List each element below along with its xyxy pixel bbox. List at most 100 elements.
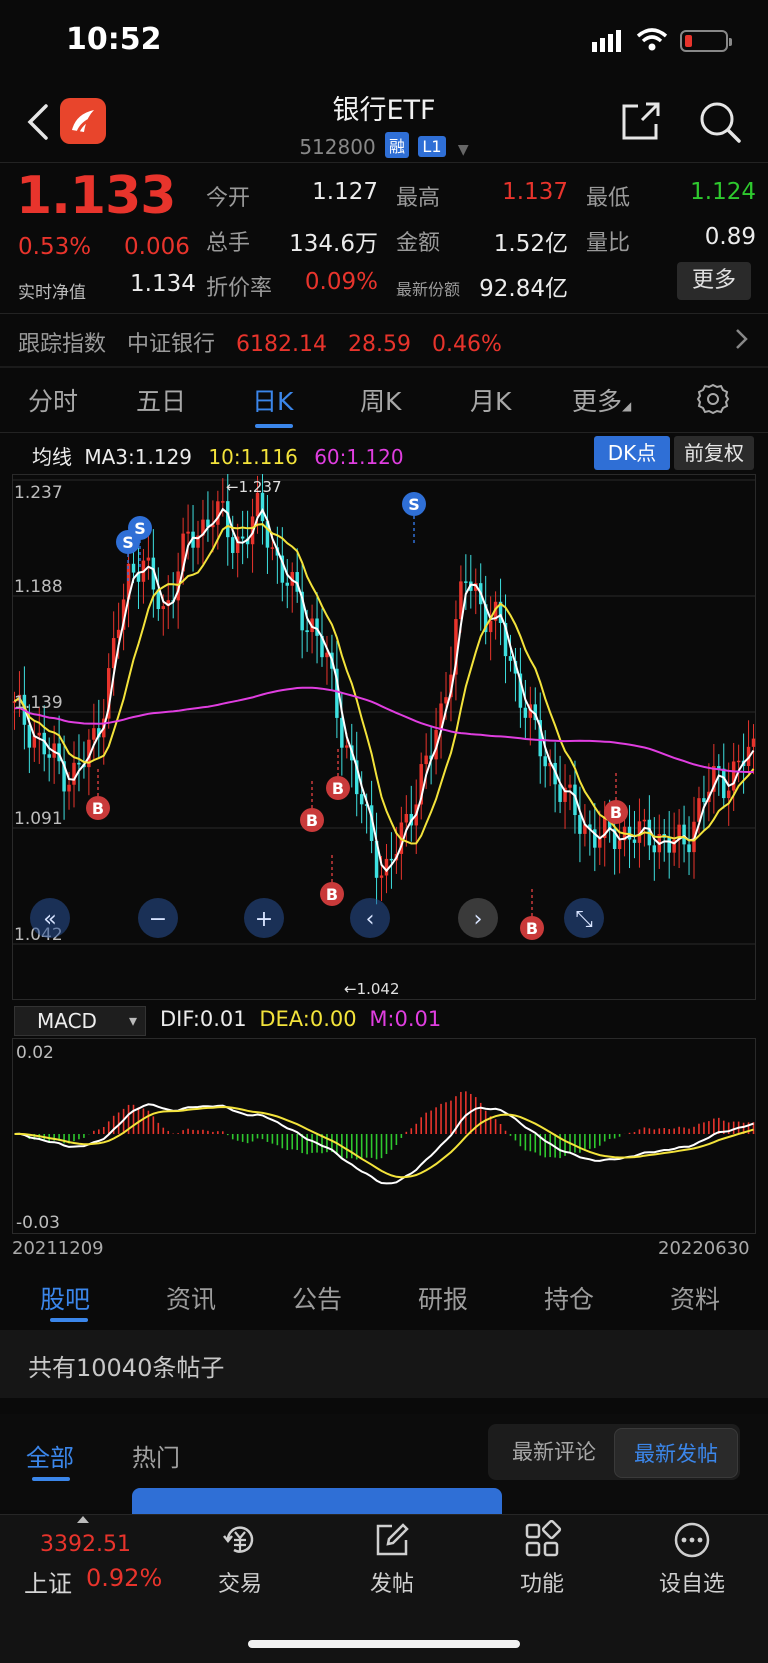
high-label: 最高 [396, 186, 441, 211]
signal-letter: B [610, 803, 622, 822]
control-glyph: − [149, 907, 167, 932]
shares-value: 92.84亿 [479, 276, 568, 302]
tab-holdings[interactable]: 持仓 [544, 1280, 594, 1316]
tab-weekly-k[interactable]: 周K [360, 382, 401, 418]
divider [0, 432, 768, 433]
chevron-right-icon[interactable] [734, 326, 750, 352]
macd-chart[interactable]: 0.02 -0.03 [12, 1038, 756, 1234]
macd-bars [18, 1091, 755, 1160]
tab-announcements[interactable]: 公告 [292, 1280, 342, 1316]
buy-signal-badge: B [320, 854, 344, 906]
signal-letter: B [326, 885, 338, 904]
tab-monthly-k[interactable]: 月K [470, 382, 511, 418]
candle-body [726, 790, 731, 799]
tab-daily-k[interactable]: 日K [252, 382, 293, 418]
expand-up-icon[interactable] [76, 1514, 90, 1524]
zoom-in-icon[interactable]: + [244, 898, 284, 938]
candle-body [230, 537, 235, 553]
candle-body [568, 784, 572, 788]
tracking-index-value: 6182.14 [236, 332, 328, 357]
active-tab-indicator [255, 424, 293, 428]
tab-forum[interactable]: 股吧 [40, 1280, 90, 1316]
candle-body [359, 794, 364, 805]
macd-y-bottom: -0.03 [16, 1213, 60, 1233]
indicator-select[interactable]: MACD [14, 1006, 146, 1036]
market-index-name[interactable]: 上证 [24, 1564, 72, 1599]
market-index-pct[interactable]: 0.92% [86, 1564, 162, 1592]
grid-icon [525, 1520, 562, 1557]
volume-label: 总手 [206, 231, 251, 256]
gear-icon[interactable] [696, 382, 730, 416]
market-index-value[interactable]: 3392.51 [40, 1532, 131, 1557]
y-tick-label: 1.139 [14, 693, 63, 713]
last-price: 1.133 [16, 166, 176, 226]
kline-chart[interactable]: 1.2371.1881.1391.0911.042←1.237←1.042 SS… [12, 474, 756, 1000]
nav-post-label: 发帖 [369, 1572, 414, 1597]
candle-body [731, 761, 736, 791]
nav-watchlist[interactable]: 设自选 [642, 1520, 742, 1598]
divider [0, 313, 768, 314]
candle-body [682, 824, 686, 845]
double-left-icon[interactable]: « [30, 898, 70, 938]
zoom-out-icon[interactable]: − [138, 898, 178, 938]
tab-research[interactable]: 研报 [418, 1280, 468, 1316]
level-tag: L1 [418, 136, 446, 157]
nav-value: 1.134 [130, 271, 196, 297]
amount-value: 1.52亿 [493, 231, 568, 257]
shares-label: 最新份额 [396, 280, 461, 299]
candle-body [285, 582, 290, 586]
fullscreen-icon[interactable]: ⤡ [564, 898, 604, 938]
signal-letter: B [92, 799, 104, 818]
filter-hot[interactable]: 热门 [132, 1438, 180, 1473]
candle-body [146, 557, 151, 561]
candle-body [642, 819, 647, 822]
signal-letter: B [306, 811, 318, 830]
nav-trade[interactable]: 交易 [190, 1520, 290, 1598]
candle-body [389, 858, 394, 861]
right-icon[interactable]: › [458, 898, 498, 938]
sort-latest-reply[interactable]: 最新评论 [494, 1430, 614, 1474]
candle-body [37, 732, 42, 736]
search-icon[interactable] [698, 100, 742, 144]
ma60-line [14, 686, 754, 773]
tab-profile[interactable]: 资料 [670, 1280, 720, 1316]
corner-arrow-icon: ◢ [622, 399, 632, 413]
forward-adjust-button[interactable]: 前复权 [674, 436, 754, 470]
candle-body [47, 754, 51, 758]
sort-latest-post[interactable]: 最新发帖 [614, 1428, 738, 1478]
nav-post[interactable]: 发帖 [342, 1520, 442, 1598]
vol-ratio-label: 量比 [586, 231, 631, 256]
tracking-index-pct: 0.46% [432, 332, 502, 357]
tab-intraday[interactable]: 分时 [28, 382, 78, 418]
candle-body [315, 618, 319, 636]
more-button[interactable]: 更多 [677, 262, 751, 300]
nav-functions[interactable]: 功能 [492, 1520, 592, 1598]
open-value: 1.127 [312, 179, 378, 205]
dk-points-button[interactable]: DK点 [594, 436, 670, 470]
home-indicator[interactable] [248, 1640, 520, 1648]
candle-body [652, 845, 657, 853]
candle-body [702, 798, 706, 803]
candle-body [404, 813, 409, 823]
tab-more-label: 更多 [572, 387, 623, 416]
candle-body [632, 839, 637, 843]
filter-all[interactable]: 全部 [26, 1438, 74, 1473]
fund-code: 512800 [299, 135, 376, 159]
share-icon[interactable] [620, 100, 662, 142]
tab-news[interactable]: 资讯 [166, 1280, 216, 1316]
kline-controls[interactable]: « − + ‹ › ⤡ [30, 898, 604, 938]
tracking-label: 跟踪指数 [18, 332, 107, 357]
candle-body [221, 501, 225, 503]
tracking-index-row[interactable]: 跟踪指数 中证银行 6182.14 28.59 0.46% [18, 326, 516, 358]
code-dropdown-icon[interactable]: ▼ [458, 142, 469, 158]
candle-body [77, 762, 81, 765]
nav-watchlist-label: 设自选 [658, 1572, 725, 1597]
tab-five-day[interactable]: 五日 [136, 382, 186, 418]
buy-signal-badge: B [300, 780, 324, 832]
left-icon[interactable]: ‹ [350, 898, 390, 938]
tab-more-periods[interactable]: 更多◢ [572, 382, 631, 418]
macd-grid: 0.02 -0.03 [12, 1038, 756, 1234]
ma60-value: 60:1.120 [314, 445, 404, 469]
macd-legend: DIF:0.01 DEA:0.00 M:0.01 [160, 1007, 441, 1031]
volume-value: 134.6万 [289, 231, 378, 257]
